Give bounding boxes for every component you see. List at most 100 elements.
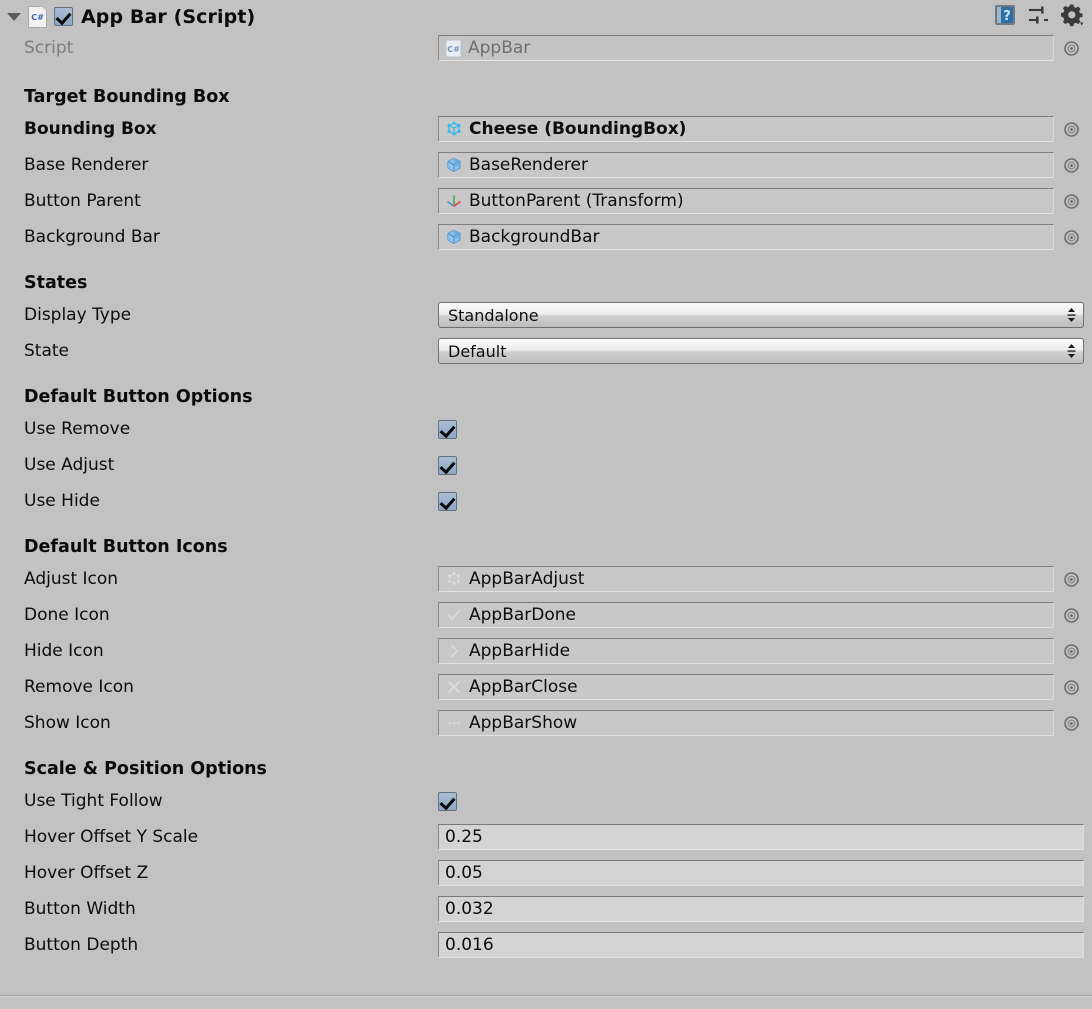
- field-wrap-background-bar: BackgroundBar: [438, 224, 1092, 250]
- state-dropdown[interactable]: Default: [438, 338, 1084, 364]
- hover-offset-z-input[interactable]: 0.05: [438, 860, 1084, 886]
- label-adjust-icon: Adjust Icon: [0, 569, 438, 589]
- label-button-depth: Button Depth: [0, 935, 438, 955]
- section-header-target-bounding-box: Target Bounding Box: [0, 63, 1092, 111]
- object-picker-icon[interactable]: [1063, 121, 1080, 138]
- preset-sliders-icon[interactable]: [1028, 4, 1050, 26]
- triangle-down-icon[interactable]: [6, 9, 22, 25]
- cell-use-tight-follow: [438, 792, 1092, 811]
- row-hover-offset-z: Hover Offset Z 0.05: [0, 855, 1092, 891]
- object-picker-icon[interactable]: [1063, 229, 1080, 246]
- hover-offset-y-scale-value: 0.25: [445, 827, 483, 847]
- background-bar-value: BackgroundBar: [469, 227, 600, 247]
- component-enabled-checkbox[interactable]: [54, 7, 73, 26]
- button-parent-object-field[interactable]: ButtonParent (Transform): [438, 188, 1054, 214]
- field-wrap-hide-icon: AppBarHide: [438, 638, 1092, 664]
- use-tight-follow-checkbox[interactable]: [438, 792, 457, 811]
- button-depth-input[interactable]: 0.016: [438, 932, 1084, 958]
- done-icon-object-field[interactable]: AppBarDone: [438, 602, 1054, 628]
- cell-use-hide: [438, 492, 1092, 511]
- script-object-value: AppBar: [468, 38, 530, 58]
- label-hide-icon: Hide Icon: [0, 641, 438, 661]
- row-remove-icon: Remove Icon AppBarClose: [0, 669, 1092, 705]
- label-button-parent: Button Parent: [0, 191, 438, 211]
- mesh-cube-icon: [445, 156, 463, 174]
- row-use-adjust: Use Adjust: [0, 447, 1092, 483]
- appbar-show-texture-icon: [445, 714, 463, 732]
- field-wrap-hover-offset-z: 0.05: [438, 860, 1092, 886]
- label-background-bar: Background Bar: [0, 227, 438, 247]
- background-bar-object-field[interactable]: BackgroundBar: [438, 224, 1054, 250]
- object-picker-icon[interactable]: [1063, 715, 1080, 732]
- use-remove-checkbox[interactable]: [438, 420, 457, 439]
- appbar-hide-texture-icon: [445, 642, 463, 660]
- base-renderer-object-field[interactable]: BaseRenderer: [438, 152, 1054, 178]
- hide-icon-value: AppBarHide: [469, 641, 570, 661]
- component-header[interactable]: C# App Bar (Script) ?: [0, 0, 1092, 33]
- csharp-script-icon: C#: [445, 39, 462, 58]
- field-wrap-button-depth: 0.016: [438, 932, 1092, 958]
- object-picker-icon[interactable]: [1063, 157, 1080, 174]
- field-wrap-bounding-box: Cheese (BoundingBox): [438, 116, 1092, 142]
- object-picker-icon[interactable]: [1063, 571, 1080, 588]
- row-button-width: Button Width 0.032: [0, 891, 1092, 927]
- field-wrap-state: Default: [438, 338, 1092, 364]
- section-title: States: [0, 273, 87, 293]
- display-type-dropdown[interactable]: Standalone: [438, 302, 1084, 328]
- bounding-box-gizmo-icon: [445, 120, 463, 138]
- cell-use-adjust: [438, 456, 1092, 475]
- field-wrap-base-renderer: BaseRenderer: [438, 152, 1092, 178]
- object-picker-icon[interactable]: [1063, 193, 1080, 210]
- bottom-divider: [0, 995, 1092, 997]
- remove-icon-object-field[interactable]: AppBarClose: [438, 674, 1054, 700]
- row-show-icon: Show Icon AppBarShow: [0, 705, 1092, 741]
- row-adjust-icon: Adjust Icon A: [0, 561, 1092, 597]
- help-book-icon[interactable]: ?: [992, 2, 1018, 28]
- bounding-box-value: Cheese (BoundingBox): [469, 119, 686, 139]
- row-use-remove: Use Remove: [0, 411, 1092, 447]
- field-wrap-button-width: 0.032: [438, 896, 1092, 922]
- appbar-done-texture-icon: [445, 606, 463, 624]
- button-parent-value: ButtonParent (Transform): [469, 191, 684, 211]
- hide-icon-object-field[interactable]: AppBarHide: [438, 638, 1054, 664]
- script-object-field[interactable]: C# AppBar: [438, 35, 1054, 61]
- button-width-input[interactable]: 0.032: [438, 896, 1084, 922]
- field-wrap-adjust-icon: AppBarAdjust: [438, 566, 1092, 592]
- label-base-renderer: Base Renderer: [0, 155, 438, 175]
- show-icon-value: AppBarShow: [469, 713, 577, 733]
- header-icon-group: ?: [992, 2, 1084, 28]
- csharp-script-icon: C#: [28, 6, 47, 28]
- label-script: Script: [0, 38, 438, 58]
- use-adjust-checkbox[interactable]: [438, 456, 457, 475]
- label-use-remove: Use Remove: [0, 419, 438, 439]
- show-icon-object-field[interactable]: AppBarShow: [438, 710, 1054, 736]
- label-remove-icon: Remove Icon: [0, 677, 438, 697]
- object-picker-icon[interactable]: [1063, 607, 1080, 624]
- field-wrap-show-icon: AppBarShow: [438, 710, 1092, 736]
- transform-axis-icon: [445, 192, 463, 210]
- object-picker-icon[interactable]: [1063, 40, 1080, 57]
- section-title: Default Button Icons: [0, 537, 228, 557]
- gear-icon[interactable]: [1060, 3, 1084, 27]
- hover-offset-y-scale-input[interactable]: 0.25: [438, 824, 1084, 850]
- field-wrap-display-type: Standalone: [438, 302, 1092, 328]
- row-button-parent: Button Parent ButtonParent (Transform): [0, 183, 1092, 219]
- field-wrap-done-icon: AppBarDone: [438, 602, 1092, 628]
- object-picker-icon[interactable]: [1063, 679, 1080, 696]
- bounding-box-object-field[interactable]: Cheese (BoundingBox): [438, 116, 1054, 142]
- row-done-icon: Done Icon AppBarDone: [0, 597, 1092, 633]
- component-title: App Bar (Script): [81, 6, 255, 28]
- section-title: Target Bounding Box: [0, 87, 230, 107]
- object-picker-icon[interactable]: [1063, 643, 1080, 660]
- label-bounding-box: Bounding Box: [0, 119, 438, 139]
- label-button-width: Button Width: [0, 899, 438, 919]
- svg-text:C#: C#: [447, 45, 460, 54]
- row-base-renderer: Base Renderer BaseRenderer: [0, 147, 1092, 183]
- base-renderer-value: BaseRenderer: [469, 155, 588, 175]
- done-icon-value: AppBarDone: [469, 605, 576, 625]
- adjust-icon-object-field[interactable]: AppBarAdjust: [438, 566, 1054, 592]
- row-hide-icon: Hide Icon AppBarHide: [0, 633, 1092, 669]
- hover-offset-z-value: 0.05: [445, 863, 483, 883]
- use-hide-checkbox[interactable]: [438, 492, 457, 511]
- label-hover-offset-z: Hover Offset Z: [0, 863, 438, 883]
